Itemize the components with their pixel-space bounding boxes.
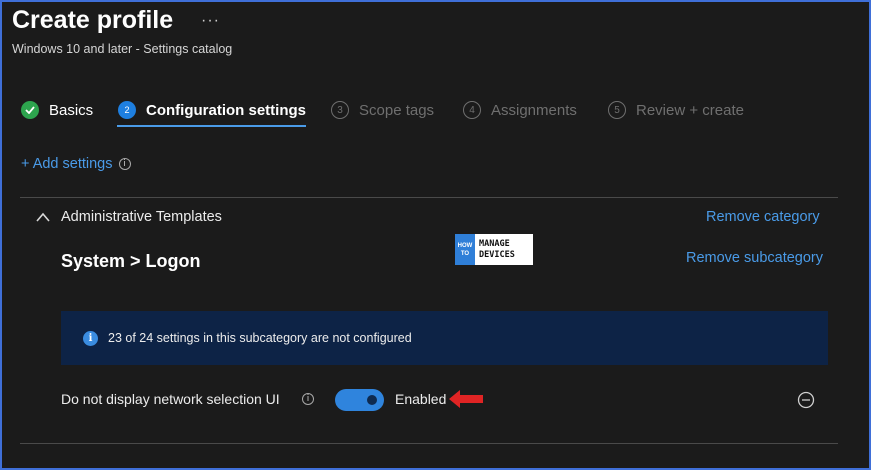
page-subtitle: Windows 10 and later - Settings catalog xyxy=(12,42,233,56)
setting-label: Do not display network selection UI xyxy=(61,391,280,407)
info-icon[interactable]: i xyxy=(118,158,131,170)
step-configuration-settings[interactable]: 2 Configuration settings xyxy=(118,97,306,123)
category-title: Administrative Templates xyxy=(61,209,222,225)
info-banner: i 23 of 24 settings in this subcategory … xyxy=(61,311,828,365)
step-number-badge: 2 xyxy=(118,101,136,119)
add-settings-link[interactable]: + Add settings i xyxy=(21,156,131,172)
step-label: Scope tags xyxy=(359,101,435,119)
info-banner-text: 23 of 24 settings in this subcategory ar… xyxy=(108,331,412,345)
minus-circle-icon[interactable] xyxy=(797,391,815,409)
info-icon: i xyxy=(83,330,98,346)
remove-subcategory-link[interactable]: Remove subcategory xyxy=(686,250,823,266)
step-assignments[interactable]: 4 Assignments xyxy=(463,97,577,123)
chevron-up-icon[interactable] xyxy=(35,211,51,223)
step-scope-tags[interactable]: 3 Scope tags xyxy=(331,97,434,123)
watermark-logo: HOW TO MANAGE DEVICES xyxy=(455,234,533,265)
page-title: Create profile xyxy=(12,6,174,34)
logo-text: HOW xyxy=(457,242,473,249)
red-arrow-icon xyxy=(449,390,483,408)
step-number-badge: 4 xyxy=(463,101,481,119)
logo-text: DEVICES xyxy=(479,249,515,260)
logo-text: TO xyxy=(460,250,470,257)
setting-value: Enabled xyxy=(395,391,447,407)
remove-category-link[interactable]: Remove category xyxy=(706,209,820,225)
info-icon[interactable]: i xyxy=(302,393,314,405)
section-divider-top xyxy=(20,197,838,198)
step-label: Assignments xyxy=(491,101,577,119)
step-basics[interactable]: Basics xyxy=(21,97,93,123)
check-icon xyxy=(21,101,39,119)
section-divider-bottom xyxy=(20,443,838,444)
step-number-badge: 5 xyxy=(608,101,626,119)
more-options-icon[interactable]: ··· xyxy=(201,12,220,30)
step-label: Review + create xyxy=(636,101,744,119)
step-review-create[interactable]: 5 Review + create xyxy=(608,97,744,123)
subcategory-title: System > Logon xyxy=(61,251,201,271)
step-label: Configuration settings xyxy=(146,101,306,119)
step-number-badge: 3 xyxy=(331,101,349,119)
setting-toggle[interactable] xyxy=(335,389,384,411)
logo-text: MANAGE xyxy=(479,238,510,249)
step-label: Basics xyxy=(49,101,94,119)
add-settings-label: + Add settings xyxy=(21,156,113,172)
active-step-underline xyxy=(117,125,306,127)
toggle-knob xyxy=(367,395,377,405)
